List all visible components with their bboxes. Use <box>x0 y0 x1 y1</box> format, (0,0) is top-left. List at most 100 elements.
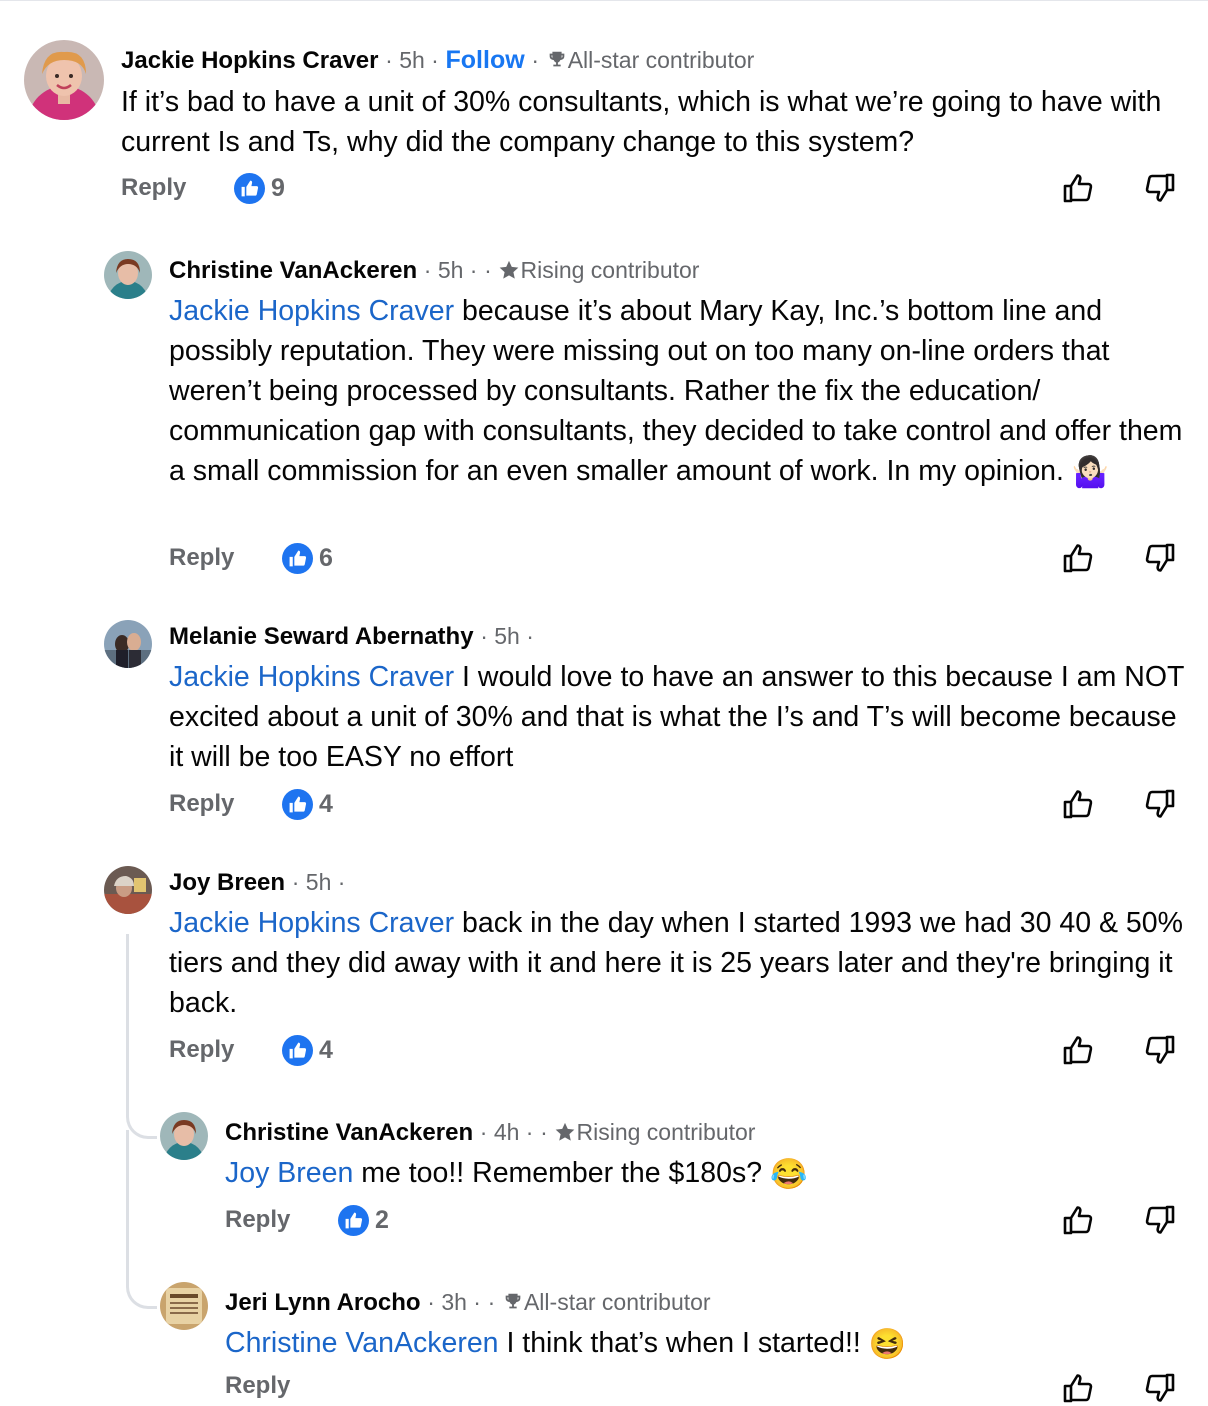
like-count: 6 <box>319 543 333 572</box>
reaction-count[interactable]: 4 <box>282 1030 333 1070</box>
timestamp: · 3h · <box>427 1289 481 1315</box>
reply-button[interactable]: Reply <box>121 168 186 208</box>
author-name[interactable]: Jeri Lynn Arocho <box>225 1289 421 1316</box>
reaction-count[interactable]: 4 <box>282 784 333 824</box>
thumbs-up-icon <box>282 1034 313 1066</box>
reaction-count[interactable]: 2 <box>338 1200 389 1240</box>
comment-actions: Reply <box>225 1366 1181 1406</box>
author-name[interactable]: Christine VanAckeren <box>225 1119 473 1146</box>
reaction-count[interactable]: 6 <box>282 538 333 578</box>
separator: · <box>487 1289 496 1315</box>
avatar[interactable] <box>104 620 152 668</box>
like-count: 2 <box>375 1205 389 1234</box>
timestamp: · 4h · <box>479 1119 534 1145</box>
timestamp: · 5h · <box>385 47 439 73</box>
mention-link[interactable]: Christine VanAckeren <box>225 1327 499 1359</box>
thread-connector <box>126 934 129 1102</box>
thumbs-up-outline-icon[interactable] <box>1060 1202 1096 1238</box>
comment-text: Jackie Hopkins Craver I would love to ha… <box>169 657 1189 777</box>
thumbs-down-outline-icon[interactable] <box>1142 1202 1178 1238</box>
author-name[interactable]: Joy Breen <box>169 869 285 896</box>
mention-link[interactable]: Jackie Hopkins Craver <box>169 295 454 327</box>
thumbs-up-outline-icon[interactable] <box>1060 1032 1096 1068</box>
comment-body: I think that’s when I started!! <box>498 1327 869 1359</box>
comment-actions: Reply 6 <box>169 538 1181 578</box>
separator: · <box>531 47 540 73</box>
author-name[interactable]: Melanie Seward Abernathy <box>169 623 474 650</box>
timestamp: · 5h · <box>480 623 534 649</box>
thumbs-up-outline-icon[interactable] <box>1060 786 1096 822</box>
avatar[interactable] <box>24 40 104 120</box>
comment-actions: Reply 4 <box>169 1030 1181 1070</box>
comment-actions: Reply 9 <box>121 168 1181 208</box>
like-count: 9 <box>271 173 285 202</box>
thumbs-down-outline-icon[interactable] <box>1142 786 1178 822</box>
thumbs-down-outline-icon[interactable] <box>1142 1370 1178 1406</box>
mention-link[interactable]: Joy Breen <box>225 1157 353 1189</box>
thumbs-down-outline-icon[interactable] <box>1142 170 1178 206</box>
thumbs-down-outline-icon[interactable] <box>1142 1032 1178 1068</box>
author-name[interactable]: Jackie Hopkins Craver <box>121 47 378 74</box>
comment-actions: Reply 4 <box>169 784 1181 824</box>
thread-connector <box>126 1130 129 1250</box>
comment-body: me too!! Remember the $180s? <box>353 1157 770 1189</box>
contributor-badge[interactable]: All-star contributor <box>502 1289 711 1315</box>
comment-text: Jackie Hopkins Craver back in the day wh… <box>169 903 1189 1023</box>
shrug-emoji: 🤷🏻‍♀️ <box>1071 456 1110 489</box>
mention-link[interactable]: Jackie Hopkins Craver <box>169 661 454 693</box>
tears-of-joy-emoji: 😂 <box>769 1158 808 1191</box>
avatar[interactable] <box>160 1282 208 1330</box>
top-divider <box>0 0 1208 1</box>
star-icon <box>556 1122 575 1141</box>
star-icon <box>500 260 519 279</box>
separator: · <box>484 257 492 283</box>
reply-button[interactable]: Reply <box>225 1366 290 1406</box>
contributor-badge[interactable]: All-star contributor <box>546 47 755 73</box>
comment-text: Jackie Hopkins Craver because it’s about… <box>169 291 1189 491</box>
comment-header: Jeri Lynn Arocho · 3h · · All-star contr… <box>225 1287 711 1318</box>
comment-header: Christine VanAckeren · 5h · · Rising con… <box>169 255 699 286</box>
contributor-badge[interactable]: Rising contributor <box>554 1119 755 1145</box>
thumbs-down-outline-icon[interactable] <box>1142 540 1178 576</box>
like-count: 4 <box>319 789 333 818</box>
avatar[interactable] <box>104 866 152 914</box>
comment-body: If it’s bad to have a unit of 30% consul… <box>121 86 1162 158</box>
badge-label: Rising contributor <box>520 257 700 283</box>
thumbs-up-icon <box>338 1204 369 1236</box>
thumbs-up-icon <box>282 542 313 574</box>
reply-button[interactable]: Reply <box>169 784 234 824</box>
avatar[interactable] <box>104 251 152 299</box>
comment-text: Joy Breen me too!! Remember the $180s? 😂 <box>225 1153 1185 1193</box>
comment-text: Christine VanAckeren I think that’s when… <box>225 1323 1185 1363</box>
author-name[interactable]: Christine VanAckeren <box>169 257 417 284</box>
trophy-icon <box>505 1293 521 1309</box>
avatar[interactable] <box>160 1112 208 1160</box>
comment-header: Christine VanAckeren · 4h · · Rising con… <box>225 1117 755 1148</box>
thumbs-up-outline-icon[interactable] <box>1060 170 1096 206</box>
comment-header: Jackie Hopkins Craver · 5h · Follow · Al… <box>121 45 754 76</box>
badge-label: All-star contributor <box>567 47 755 73</box>
separator: · <box>540 1119 548 1145</box>
thumbs-up-outline-icon[interactable] <box>1060 1370 1096 1406</box>
reply-button[interactable]: Reply <box>169 538 234 578</box>
reply-button[interactable]: Reply <box>225 1200 290 1240</box>
thread-connector-curve <box>126 1100 157 1139</box>
mention-link[interactable]: Jackie Hopkins Craver <box>169 907 454 939</box>
trophy-icon <box>549 51 565 67</box>
timestamp: · 5h · <box>423 257 478 283</box>
contributor-badge[interactable]: Rising contributor <box>498 257 699 283</box>
thread-connector-curve <box>126 1248 157 1309</box>
like-count: 4 <box>319 1035 333 1064</box>
reply-button[interactable]: Reply <box>169 1030 234 1070</box>
comment-text: If it’s bad to have a unit of 30% consul… <box>121 82 1181 162</box>
comment-header: Joy Breen · 5h · <box>169 867 345 898</box>
badge-label: All-star contributor <box>523 1289 711 1315</box>
thumbs-up-outline-icon[interactable] <box>1060 540 1096 576</box>
thumbs-up-icon <box>234 172 265 204</box>
timestamp: · 5h · <box>291 869 346 895</box>
badge-label: Rising contributor <box>576 1119 756 1145</box>
comment-header: Melanie Seward Abernathy · 5h · <box>169 621 534 652</box>
comment-actions: Reply 2 <box>225 1200 1181 1240</box>
follow-button[interactable]: Follow <box>446 46 525 74</box>
reaction-count[interactable]: 9 <box>234 168 285 208</box>
